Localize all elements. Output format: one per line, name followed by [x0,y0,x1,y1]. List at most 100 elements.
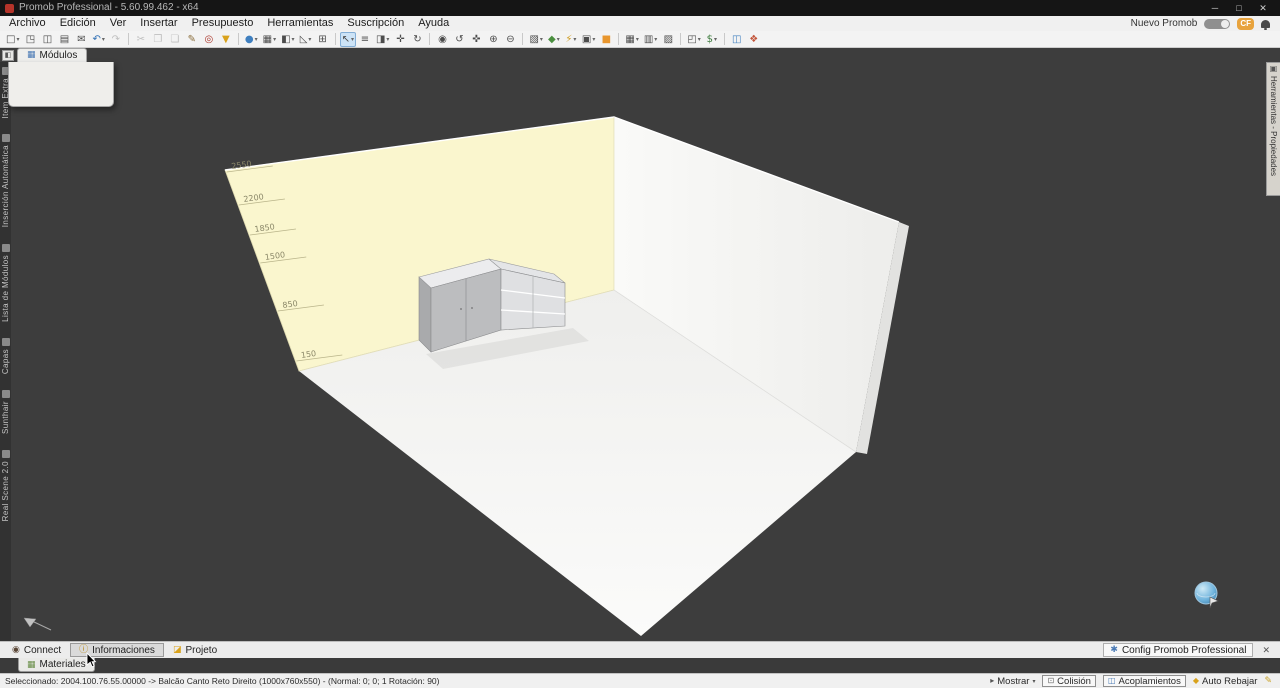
menu-insertar[interactable]: Insertar [133,16,184,31]
send-email-button[interactable]: ✉ [73,32,89,47]
new-promob-label: Nuevo Promob [1131,18,1198,29]
grid-toggle-button[interactable]: ⊞ [315,32,331,47]
dropdown-caret-icon: ▾ [102,36,105,43]
tab-label: Informaciones [92,645,155,656]
select-cursor-button[interactable]: ↖▾ [340,32,356,47]
brush-icon[interactable]: ✎ [1264,676,1272,686]
catalog-tab-row: ◧ ▦ Módulos [0,48,1280,62]
pan-view-icon: ✜ [472,34,480,45]
dropdown-caret-icon: ▾ [351,36,354,43]
promob-window: Promob Professional - 5.60.99.462 - x64 … [0,0,1280,688]
budget-table-button[interactable]: ▦▾ [623,32,640,47]
zoom-out-button[interactable]: ⊖ [502,32,518,47]
elevation-view-button[interactable]: ◧▾ [279,32,296,47]
menu-presupuesto[interactable]: Presupuesto [185,16,261,31]
menu-archivo[interactable]: Archivo [2,16,53,31]
left-tab-lista-de-modulos[interactable]: Lista de Módulos [1,244,10,322]
left-tab-label: Inserción Automática [1,145,10,227]
new-document-button[interactable]: □▾ [4,32,21,47]
panel-toggle-icon[interactable]: ◧ [2,50,14,61]
orbit-view-icon: ↺ [455,34,463,45]
left-tab-real-scene-2.0[interactable]: Real Scene 2.0 [1,450,10,521]
app-logo-icon [5,4,14,13]
colision-button[interactable]: ⊡Colisión [1042,675,1096,687]
mostrar-button[interactable]: ▸Mostrar▾ [990,675,1035,687]
modules-dropdown-panel[interactable] [8,62,114,107]
send-email-icon: ✉ [77,34,85,45]
left-tab-capas[interactable]: Capas [1,338,10,374]
toolbar-separator [429,33,430,45]
modules-3d-button[interactable]: ◰▾ [685,32,702,47]
orbit-view-button[interactable]: ↺ [451,32,467,47]
camera-view-button[interactable]: ▧▾ [527,32,544,47]
toolbar-separator [724,33,725,45]
tab-informaciones[interactable]: ⓘInformaciones [70,643,164,657]
materials-bar: ▦ Materiales [0,658,1280,673]
tab-modulos[interactable]: ▦ Módulos [17,48,87,62]
auto-rebajar-button[interactable]: ◆Auto Rebajar [1193,675,1258,687]
sphere-view-button[interactable]: ●▾ [243,32,260,47]
menu-ver[interactable]: Ver [103,16,134,31]
minimize-button[interactable]: ─ [1203,0,1227,16]
search-module-button[interactable]: ◎ [201,32,217,47]
render-pro-button[interactable]: ■ [598,32,614,47]
left-tab-insercion-automatica[interactable]: Inserción Automática [1,134,10,227]
photo-view-icon: ▣ [582,34,591,45]
pricing-button[interactable]: $▾ [704,32,720,47]
open-project-button[interactable]: ◳ [22,32,38,47]
promob-tv-button[interactable]: ◫ [729,32,745,47]
visibility-button[interactable]: ◉ [434,32,450,47]
dropdown-caret-icon: ▾ [540,36,543,43]
cf-badge[interactable]: CF [1237,18,1254,30]
rotate-object-button[interactable]: ↻ [409,32,425,47]
left-tab-label: Lista de Módulos [1,255,10,322]
photo-view-button[interactable]: ▣▾ [580,32,597,47]
pin-icon: ▣ [1270,65,1278,73]
undo-button[interactable]: ↶▾ [90,32,106,47]
tab-connect[interactable]: ◉Connect [3,643,70,657]
apply-color-button[interactable]: ◨▾ [374,32,391,47]
render-button[interactable]: ◆▾ [546,32,562,47]
acoplamientos-button[interactable]: ◫Acoplamientos [1103,675,1186,687]
menu-edicion[interactable]: Edición [53,16,103,31]
zoom-out-icon: ⊖ [506,34,514,45]
open-project-icon: ◳ [26,34,35,45]
move-object-icon: ✛ [396,34,404,45]
align-level-button[interactable]: ≡ [357,32,373,47]
left-tab-sunthair[interactable]: Sunthair [1,390,10,434]
dropdown-caret-icon: ▾ [386,36,389,43]
measure-tool-button[interactable]: ◺▾ [298,32,314,47]
print-button[interactable]: ▤ [56,32,72,47]
tab-herramientas-propiedades[interactable]: ▣ Herramientas - Propiedades [1266,62,1280,196]
viewport-3d[interactable]: 2550220018501500850150 [11,62,1266,641]
filter-button[interactable]: ▼ [218,32,234,47]
floor-plan-view-button[interactable]: ▦▾ [261,32,278,47]
orbit-widget[interactable] [1195,582,1218,608]
config-icon: ✱ [1110,645,1118,655]
menu-herramientas[interactable]: Herramientas [260,16,340,31]
export-data-button[interactable]: ▨ [660,32,676,47]
tab-projeto[interactable]: ◪Projeto [164,643,226,657]
notification-bell-icon[interactable] [1261,20,1270,28]
promob-tv-icon: ◫ [732,34,741,45]
show-icon: ▸ [990,677,994,685]
config-promob-button[interactable]: ✱ Config Promob Professional [1103,643,1253,657]
tab-materiales[interactable]: ▦ Materiales [18,658,95,672]
lighting-button[interactable]: ⚡▾ [563,32,579,47]
new-promob-toggle[interactable] [1204,19,1230,29]
menu-ayuda[interactable]: Ayuda [411,16,456,31]
plugins-button[interactable]: ❖ [746,32,762,47]
left-tab-label: Real Scene 2.0 [1,461,10,521]
redo-button: ↷ [108,32,124,47]
menu-suscripcion[interactable]: Suscripción [340,16,411,31]
move-object-button[interactable]: ✛ [392,32,408,47]
close-button[interactable]: ✕ [1251,0,1275,16]
save-project-button[interactable]: ◫ [39,32,55,47]
zoom-in-button[interactable]: ⊕ [485,32,501,47]
panel-close-icon[interactable]: ✕ [1259,645,1273,656]
maximize-button[interactable]: □ [1227,0,1251,16]
format-painter-button[interactable]: ✎ [184,32,200,47]
pan-view-button[interactable]: ✜ [468,32,484,47]
report-list-button[interactable]: ▥▾ [642,32,659,47]
dropdown-caret-icon: ▾ [255,36,258,43]
